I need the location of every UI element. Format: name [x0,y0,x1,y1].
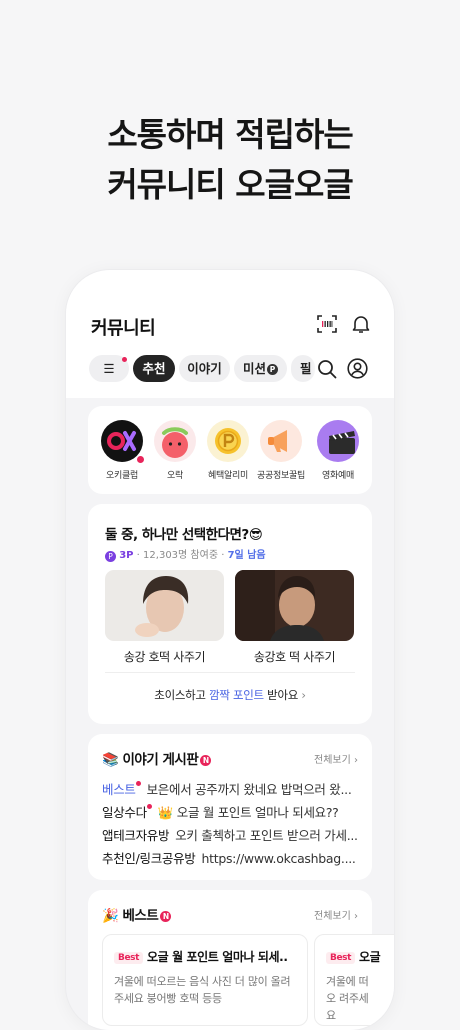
poll-title: 둘 중, 하나만 선택한다면?😎 [105,527,263,543]
service-label: 공공정보꿀팁 [257,471,305,481]
app-header: 커뮤니티 ☰ 추천 이야기 미션 P 필 [66,270,394,398]
divider [105,672,355,673]
best-post-title-text: 오글 [359,950,381,964]
board-row[interactable]: 앱테크자유방 오키 출첵하고 포인트 받으러 가세... [102,825,364,844]
best-post-card[interactable]: Best 오글 월 포인트 얼마나 되세.. 겨울에 떠오르는 음식 사진 더 많… [102,934,308,1026]
section-title: 🎉 베스트 N [102,904,172,924]
service-movie[interactable]: 영화예매 [307,420,369,481]
poll-meta: P 3P · 12,303명 참여중 · 7일 남음 [105,546,266,562]
section-title-text: 베스트 [122,908,159,924]
see-all-link[interactable]: 전체보기 › [314,907,358,922]
best-post-card[interactable]: Best 오글 겨울에 떠오 려주세요 [314,934,394,1026]
separator: · [136,550,140,561]
tab-mission-label: 미션 [242,361,266,376]
poll-days-left: 7일 남음 [227,550,266,561]
poll-option-b-label[interactable]: 송강호 떡 사주기 [235,648,354,665]
board-category: 일상수다 [102,805,147,820]
bell-icon[interactable] [352,314,370,338]
poll-card: 둘 중, 하나만 선택한다면?😎 P 3P · 12,303명 참여중 · 7일… [88,504,372,724]
best-post-title: Best 오글 월 포인트 얼마나 되세.. [114,948,288,965]
megaphone-icon [260,420,302,462]
barcode-scan-icon[interactable] [317,315,337,337]
board-category: 베스트 [102,782,136,797]
service-label: 영화예매 [322,471,354,481]
poll-cta-prefix: 초이스하고 [154,688,210,702]
poll-option-b-photo[interactable] [235,570,354,641]
board-category: 앱테크자유방 [102,828,170,843]
best-tag: Best [326,952,356,964]
new-badge: N [160,911,172,922]
clapperboard-icon [317,420,359,462]
board-category: 추천인/링크공유방 [102,851,196,866]
page-title: 커뮤니티 [91,318,156,339]
new-dot [135,781,141,786]
poll-cta-suffix: 받아요 [263,688,299,702]
profile-icon[interactable] [347,358,368,383]
poll-cta-highlight: 깜짝 포인트 [209,688,264,702]
point-icon: P [105,551,116,562]
new-dot [122,357,127,362]
headline-line-2: 커뮤니티 오글오글 [107,165,353,204]
chevron-right-icon: › [301,688,306,702]
party-emoji-icon: 🎉 [102,908,119,924]
coin-icon [207,420,249,462]
books-emoji-icon: 📚 [102,752,119,768]
best-post-body: 겨울에 떠오 려주세요 [326,975,369,1022]
best-post-title-text: 오글 월 포인트 얼마나 되세.. [147,950,288,964]
tab-recommended[interactable]: 추천 [133,355,175,382]
board-post-title: 보은에서 공주까지 왔네요 밥먹으러 왔... [146,782,352,797]
headline-line-1: 소통하며 적립하는 [107,115,353,154]
story-board-section: 📚 이야기 게시판 N 전체보기 › 베스트 보은에서 공주까지 왔네요 밥먹으러 … [88,734,372,880]
section-title-text: 이야기 게시판 [122,752,199,768]
best-tag: Best [114,952,144,964]
phone-mockup: 커뮤니티 ☰ 추천 이야기 미션 P 필 오키클럽 오락 혜택알리미 공공정보꿀… [66,270,394,1030]
poll-participants: 12,303명 참여중 [143,550,219,561]
best-post-body: 겨울에 떠오르는 음식 사진 더 많이 올려주세요 붕어빵 호떡 등등 [114,975,291,1005]
tab-story[interactable]: 이야기 [179,355,230,382]
service-shortcuts: 오키클럽 오락 혜택알리미 공공정보꿀팁 영화예매 [88,406,372,494]
best-post-title: Best 오글 [326,948,381,965]
new-dot [146,804,152,809]
best-section: 🎉 베스트 N 전체보기 › Best 오글 월 포인트 얼마나 되세.. 겨울에 … [88,890,394,1030]
poll-cta-link[interactable]: 초이스하고 깜짝 포인트 받아요 › [88,687,372,703]
board-post-title: 👑 오글 월 포인트 얼마나 되세요?? [157,805,339,820]
poll-option-a-photo[interactable] [105,570,224,641]
board-row[interactable]: 베스트 보은에서 공주까지 왔네요 밥먹으러 왔... [102,779,364,798]
tab-mission[interactable]: 미션 P [234,355,287,382]
search-icon[interactable] [317,359,337,383]
new-badge: N [200,755,212,766]
service-public-info[interactable]: 공공정보꿀팁 [250,420,312,481]
see-all-link[interactable]: 전체보기 › [314,751,358,766]
section-title: 📚 이야기 게시판 N [102,748,212,768]
poll-option-a-label[interactable]: 송강 호떡 사주기 [105,648,224,665]
board-row[interactable]: 추천인/링크공유방 https://www.okcashbag.... [102,848,364,867]
point-badge: P [267,364,278,375]
board-post-title: https://www.okcashbag.... [201,851,356,866]
separator: · [221,550,225,561]
board-post-title: 오키 출첵하고 포인트 받으러 가세... [175,828,358,843]
poll-points: 3P [119,550,134,561]
board-row[interactable]: 일상수다 👑 오글 월 포인트 얼마나 되세요?? [102,802,364,821]
peach-character-icon [154,420,196,462]
